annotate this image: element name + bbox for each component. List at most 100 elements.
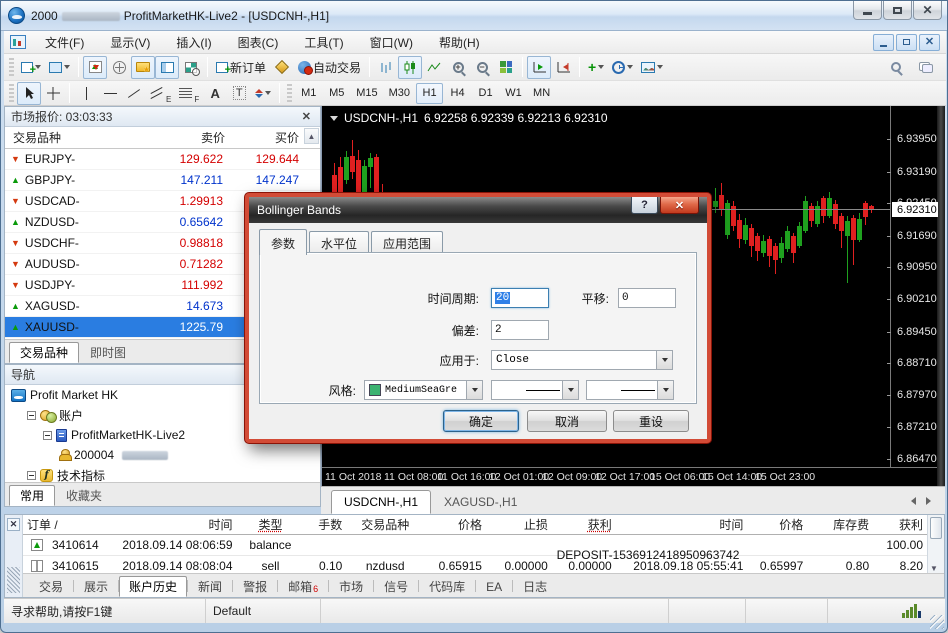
crosshair-tool-button[interactable]	[41, 82, 65, 105]
deviation-input[interactable]: 2	[491, 320, 549, 340]
dropdown-arrow-icon[interactable]	[656, 351, 672, 369]
terminal-toggle[interactable]	[155, 56, 179, 79]
terminal-column-header[interactable]: 时间	[109, 516, 237, 533]
apply-to-select[interactable]: Close	[491, 350, 673, 370]
data-window-toggle[interactable]	[107, 56, 131, 79]
terminal-close-icon[interactable]: ✕	[7, 518, 20, 531]
metaeditor-button[interactable]	[270, 56, 294, 79]
chart-scroll-strip[interactable]	[937, 106, 945, 486]
menu-item-0[interactable]: 文件(F)	[32, 31, 97, 54]
tree-expander-icon[interactable]	[43, 431, 52, 440]
menu-item-2[interactable]: 插入(I)	[163, 31, 224, 54]
chart-profiles-button[interactable]	[45, 56, 74, 79]
terminal-column-header[interactable]: 手数	[304, 516, 346, 533]
menu-item-1[interactable]: 显示(V)	[97, 31, 163, 54]
terminal-scroll-down-icon[interactable]: ▼	[930, 564, 938, 573]
timeframe-w1[interactable]: W1	[500, 83, 527, 104]
terminal-tab-展示[interactable]: 展示	[74, 576, 118, 597]
market-watch-scroll-up[interactable]: ▲	[304, 128, 319, 144]
chart-shift-toggle[interactable]	[551, 56, 575, 79]
terminal-scroll-thumb[interactable]	[930, 517, 942, 539]
horizontal-line-tool-button[interactable]	[98, 82, 122, 105]
toolbar-grip[interactable]	[9, 58, 14, 76]
timeframe-m30[interactable]: M30	[384, 83, 415, 104]
timeframe-m15[interactable]: M15	[351, 83, 382, 104]
chart-price-axis[interactable]: 6.939506.931906.924506.916906.909506.902…	[890, 106, 938, 467]
market-watch-column-header[interactable]: 交易品种	[5, 129, 137, 146]
autotrade-button[interactable]: 自动交易	[294, 56, 365, 79]
history-row-3410614[interactable]: 34106142018.09.14 08:06:59balanceDEPOSIT…	[23, 535, 927, 556]
menu-item-3[interactable]: 图表(C)	[225, 31, 292, 54]
bar-chart-type-button[interactable]	[374, 56, 398, 79]
menu-item-5[interactable]: 窗口(W)	[357, 31, 426, 54]
trendline-tool-button[interactable]	[122, 82, 146, 105]
line-style-select[interactable]	[586, 380, 674, 400]
terminal-tab-新闻[interactable]: 新闻	[188, 576, 232, 597]
timeframe-h4[interactable]: H4	[444, 83, 471, 104]
terminal-tab-账户历史[interactable]: 账户历史	[119, 576, 187, 597]
timeframe-m5[interactable]: M5	[323, 83, 350, 104]
text-label-tool-button[interactable]: T	[227, 82, 251, 105]
vertical-line-tool-button[interactable]	[74, 82, 98, 105]
one-click-arrow-icon[interactable]	[330, 116, 338, 121]
reset-button[interactable]: 重设	[613, 410, 689, 432]
templates-button[interactable]	[637, 56, 667, 79]
strategy-tester-toggle[interactable]	[179, 56, 203, 79]
terminal-column-header[interactable]: 交易品种	[346, 516, 424, 533]
text-tool-button[interactable]: A	[203, 82, 227, 105]
market-watch-close-icon[interactable]: ✕	[299, 110, 314, 123]
dropdown-arrow-icon[interactable]	[562, 381, 578, 399]
timeframe-d1[interactable]: D1	[472, 83, 499, 104]
dialog-help-button[interactable]: ?	[631, 197, 658, 214]
minimize-button[interactable]	[853, 1, 882, 20]
search-button[interactable]	[884, 56, 908, 79]
fibonacci-tool-button[interactable]: F	[175, 82, 203, 105]
zoom-in-button[interactable]: +	[446, 56, 470, 79]
terminal-tab-信号[interactable]: 信号	[374, 576, 418, 597]
terminal-scrollbar[interactable]: ▼	[927, 515, 944, 575]
cancel-button[interactable]: 取消	[527, 410, 607, 432]
status-profile[interactable]: Default	[206, 599, 321, 623]
zoom-out-button[interactable]: −	[470, 56, 494, 79]
dialog-titlebar[interactable]: Bollinger Bands ? ✕	[249, 197, 707, 223]
terminal-tab-交易[interactable]: 交易	[29, 576, 73, 597]
navigator-tab-收藏夹[interactable]: 收藏夹	[55, 485, 113, 506]
tree-expander-icon[interactable]	[27, 471, 36, 480]
timeframe-m1[interactable]: M1	[295, 83, 322, 104]
terminal-tab-市场[interactable]: 市场	[329, 576, 373, 597]
chart-tab-usdcnh--h1[interactable]: USDCNH-,H1	[331, 490, 431, 514]
terminal-column-header[interactable]: 获利	[873, 516, 927, 533]
dialog-close-button[interactable]: ✕	[660, 197, 699, 214]
maximize-button[interactable]	[883, 1, 912, 20]
ok-button[interactable]: 确定	[443, 410, 519, 432]
color-select[interactable]: MediumSeaGre	[364, 380, 483, 400]
terminal-column-header[interactable]: 类型	[237, 516, 305, 533]
chart-tab-xagusd--h1[interactable]: XAGUSD-,H1	[431, 490, 530, 514]
line-width-select[interactable]	[491, 380, 579, 400]
periods-button[interactable]	[608, 56, 637, 79]
terminal-grip[interactable]	[7, 567, 20, 593]
timeframe-h1[interactable]: H1	[416, 83, 443, 104]
chart-restore-button[interactable]	[896, 34, 917, 51]
tree-expander-icon[interactable]	[27, 411, 36, 420]
market-watch-toggle[interactable]	[83, 56, 107, 79]
timeframe-mn[interactable]: MN	[528, 83, 555, 104]
market-watch-column-header[interactable]: 买价	[233, 129, 307, 146]
terminal-tab-日志[interactable]: 日志	[513, 576, 557, 597]
cursor-tool-button[interactable]	[17, 82, 41, 105]
arrows-tool-button[interactable]	[251, 82, 275, 105]
chart-close-button[interactable]: ✕	[919, 34, 940, 51]
navigator-tab-常用[interactable]: 常用	[9, 485, 55, 506]
terminal-tab-邮箱[interactable]: 邮箱6	[278, 576, 328, 597]
line-chart-type-button[interactable]	[422, 56, 446, 79]
menu-item-6[interactable]: 帮助(H)	[426, 31, 493, 54]
channel-tool-button[interactable]: E	[146, 82, 175, 105]
resize-grip[interactable]	[930, 615, 944, 629]
scroll-tabs-left-icon[interactable]	[911, 497, 916, 505]
close-button[interactable]: ✕	[913, 1, 942, 20]
terminal-column-header[interactable]: 时间	[616, 516, 748, 533]
auto-scroll-toggle[interactable]	[527, 56, 551, 79]
shift-input[interactable]: 0	[618, 288, 676, 308]
toolbar-grip[interactable]	[287, 84, 292, 102]
dropdown-arrow-icon[interactable]	[466, 381, 482, 399]
